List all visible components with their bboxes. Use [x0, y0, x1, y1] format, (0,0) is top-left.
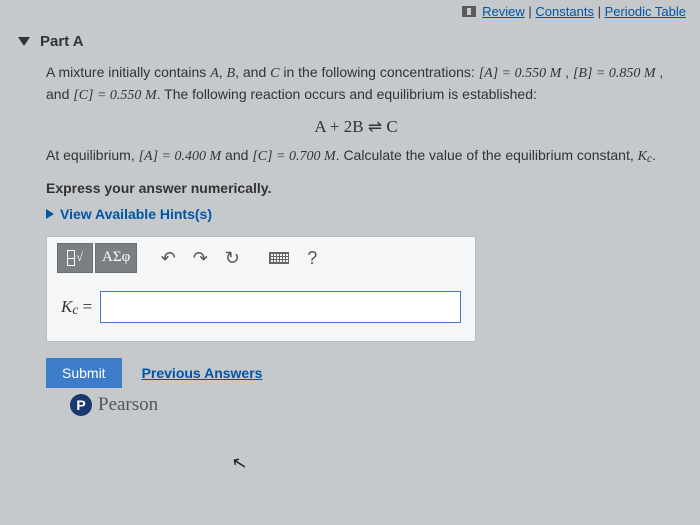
view-hints-toggle[interactable]: View Available Hints(s): [46, 204, 666, 224]
footer: P Pearson: [70, 394, 700, 416]
keyboard-icon: [269, 252, 289, 264]
cursor-icon: ↖: [230, 452, 249, 476]
reset-button[interactable]: ↻: [217, 243, 247, 273]
pearson-logo-icon: P: [70, 394, 92, 416]
review-link[interactable]: Review: [482, 4, 525, 19]
constants-link[interactable]: Constants: [535, 4, 594, 19]
instruction: Express your answer numerically.: [46, 178, 666, 198]
answer-row: Kc =: [47, 279, 475, 341]
kc-label: Kc =: [61, 295, 92, 320]
reaction-equation: A + 2B ⇌ C: [46, 115, 666, 140]
keyboard-button[interactable]: [263, 243, 295, 273]
previous-answers-link[interactable]: Previous Answers: [142, 365, 263, 381]
submit-row: Submit Previous Answers: [46, 358, 700, 388]
expand-icon: [46, 209, 54, 219]
redo-button[interactable]: ↷: [185, 243, 215, 273]
part-label: Part A: [40, 33, 84, 50]
top-nav: Review | Constants | Periodic Table: [0, 0, 700, 23]
problem-statement: A mixture initially contains A, B, and C…: [46, 62, 666, 107]
part-header[interactable]: Part A: [0, 23, 700, 56]
equilibrium-statement: At equilibrium, [A] = 0.400 M and [C] = …: [46, 145, 666, 167]
brand-label: Pearson: [98, 394, 158, 416]
hints-label: View Available Hints(s): [60, 204, 212, 224]
review-icon: [462, 6, 476, 17]
greek-button[interactable]: ΑΣφ: [95, 243, 137, 273]
collapse-icon: [18, 37, 30, 46]
undo-button[interactable]: ↶: [153, 243, 183, 273]
help-button[interactable]: ?: [297, 243, 327, 273]
answer-input[interactable]: [100, 291, 461, 323]
submit-button[interactable]: Submit: [46, 358, 122, 388]
answer-box: √ ΑΣφ ↶ ↷ ↻ ? Kc =: [46, 236, 476, 342]
templates-button[interactable]: √: [57, 243, 93, 273]
equation-toolbar: √ ΑΣφ ↶ ↷ ↻ ?: [47, 237, 475, 279]
periodic-table-link[interactable]: Periodic Table: [605, 4, 686, 19]
problem-content: A mixture initially contains A, B, and C…: [0, 56, 700, 342]
